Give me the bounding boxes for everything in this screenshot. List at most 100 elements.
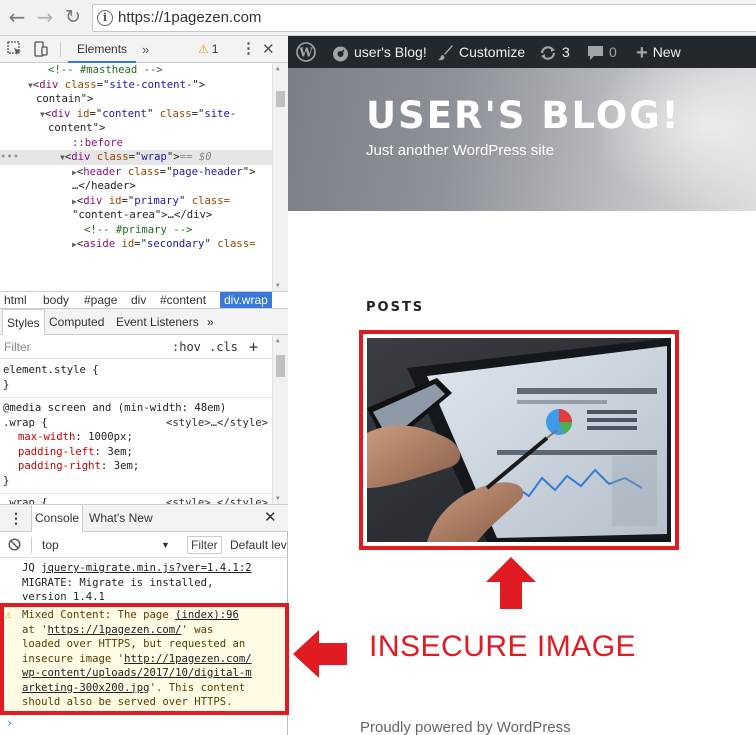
attr-value: site-content- xyxy=(109,78,193,91)
css-declaration[interactable]: padding-right: 3em; xyxy=(0,459,272,474)
ellipsis-icon: ••• xyxy=(0,151,20,163)
warning-icon: ⚠ xyxy=(198,42,209,56)
context-dropdown-arrow-icon[interactable]: ▼ xyxy=(161,532,170,558)
dom-node-line[interactable]: "content-area">…</div> xyxy=(0,208,272,223)
attr-value: content xyxy=(102,107,147,120)
styles-scroll-thumb[interactable] xyxy=(276,355,285,377)
console-filter-input[interactable]: Filter xyxy=(187,536,222,554)
dom-node-line[interactable]: ▼<div class="site-content-"> xyxy=(0,78,272,93)
reload-icon[interactable]: ↻ xyxy=(62,6,84,28)
forward-arrow-icon[interactable]: → xyxy=(34,6,56,28)
admin-customize[interactable]: Customize xyxy=(438,36,525,68)
clear-console-icon[interactable] xyxy=(8,538,21,551)
elements-scroll-thumb[interactable] xyxy=(276,91,285,107)
dom-node-line[interactable]: <!-- #masthead --> xyxy=(0,63,272,78)
css-declaration[interactable]: padding-left: 3em; xyxy=(0,445,272,460)
log-levels-selector[interactable]: Default lev xyxy=(230,532,287,558)
dom-node-line[interactable]: …</header> xyxy=(0,179,272,194)
console-text: MIGRATE: Migrate is installed, xyxy=(22,576,214,589)
admin-new[interactable]: + New xyxy=(636,36,681,68)
brush-icon xyxy=(438,45,453,61)
close-drawer-icon[interactable]: ✕ xyxy=(264,505,277,531)
dom-node-line[interactable]: contain"> xyxy=(0,92,272,107)
styles-filter-row: Filter :hov .cls + xyxy=(0,335,272,359)
dom-node-line[interactable]: ••• ▼<div class="wrap">== $0 xyxy=(0,150,272,165)
tag-name: aside xyxy=(83,238,116,250)
admin-comments[interactable]: 0 xyxy=(587,36,617,68)
dom-node-line[interactable]: ▶<header class="page-header"> xyxy=(0,165,272,180)
dom-node-line[interactable]: ▶<div id="primary" class= xyxy=(0,194,272,209)
info-icon[interactable]: i xyxy=(97,10,113,26)
add-rule-button[interactable]: + xyxy=(249,335,258,359)
tag-name: div xyxy=(83,194,103,207)
url-text[interactable]: https://1pagezen.com xyxy=(118,9,261,27)
dom-node-line[interactable]: content"> xyxy=(0,121,272,136)
node-text: "content-area">…</div> xyxy=(72,209,213,221)
node-tail: class= xyxy=(217,238,256,250)
back-arrow-icon[interactable]: ← xyxy=(6,6,28,28)
css-value: 1000px; xyxy=(88,431,133,443)
drawer-menu-icon[interactable]: ⋮ xyxy=(9,505,23,531)
expand-triangle-icon: ▼ xyxy=(60,153,65,162)
svg-text:W: W xyxy=(298,46,313,60)
dom-node-line[interactable]: ::before xyxy=(0,136,272,151)
tab-whats-new[interactable]: What's New xyxy=(89,505,153,531)
breadcrumb-item[interactable]: div xyxy=(131,292,146,308)
admin-updates[interactable]: 3 xyxy=(539,36,570,68)
dom-node-line[interactable]: ▼<div id="content" class="site- xyxy=(0,107,272,122)
inspect-element-icon[interactable] xyxy=(7,41,23,57)
node-tail: class= xyxy=(191,194,230,207)
red-left-arrow-icon xyxy=(293,630,347,678)
more-tabs-chevron-icon[interactable]: » xyxy=(142,36,149,63)
dom-node-line[interactable]: <!-- #primary --> xyxy=(0,223,272,238)
device-toggle-icon[interactable] xyxy=(33,41,49,57)
address-bar[interactable]: i https://1pagezen.com xyxy=(92,4,756,32)
kebab-menu-icon[interactable]: ⋮ xyxy=(241,36,256,62)
admin-site-name[interactable]: user's Blog! xyxy=(332,36,427,68)
elements-scrollbar[interactable]: ▲ ▼ xyxy=(272,63,288,291)
dom-node-line[interactable]: ▶<aside id="secondary" class= xyxy=(0,237,272,252)
console-prompt[interactable]: › xyxy=(6,716,13,731)
more-style-tabs-chevron-icon[interactable]: » xyxy=(207,309,214,335)
comment-text: <!-- #masthead --> xyxy=(48,64,163,76)
tab-elements[interactable]: Elements xyxy=(68,36,137,63)
breadcrumb-item[interactable]: #page xyxy=(84,292,117,308)
context-selector[interactable]: top xyxy=(42,532,59,558)
tag-name: header xyxy=(83,165,122,178)
expand-triangle-icon: ▶ xyxy=(72,240,77,249)
breadcrumb-item[interactable]: #content xyxy=(160,292,206,308)
tab-event-listeners[interactable]: Event Listeners xyxy=(116,309,199,335)
style-source[interactable]: <style>…</style> xyxy=(166,496,268,504)
tag-name: div xyxy=(71,151,91,163)
styles-filter-input[interactable]: Filter xyxy=(4,335,31,359)
warning-count: 1 xyxy=(211,42,219,56)
attr-value: site- xyxy=(204,107,237,120)
tab-console[interactable]: Console xyxy=(31,505,84,532)
rule-wrap-selector: .wrap {<style>…</style> xyxy=(0,496,272,504)
css-declaration[interactable]: max-width: 1000px; xyxy=(0,430,272,445)
hov-toggle[interactable]: :hov xyxy=(172,335,201,359)
site-title[interactable]: USER'S BLOG! xyxy=(366,96,680,136)
pseudo-element: ::before xyxy=(72,136,124,149)
breadcrumb-item[interactable]: div.wrap xyxy=(220,292,272,308)
cls-toggle[interactable]: .cls xyxy=(209,335,238,359)
site-header-image: USER'S BLOG! Just another WordPress site xyxy=(288,68,756,211)
tab-styles[interactable]: Styles xyxy=(2,309,45,335)
warning-counter[interactable]: ⚠ 1 xyxy=(198,36,218,63)
breadcrumb-item[interactable]: body xyxy=(43,292,69,308)
expand-triangle-icon: ▶ xyxy=(72,196,77,206)
post-thumbnail-image[interactable] xyxy=(367,338,671,542)
styles-scrollbar[interactable]: ▲ ▼ xyxy=(272,335,288,504)
styles-pane[interactable]: element.style { } @media screen and (min… xyxy=(0,359,272,504)
red-up-arrow-icon xyxy=(486,557,536,609)
updates-icon xyxy=(540,46,556,61)
wp-logo-icon[interactable]: W xyxy=(296,36,316,68)
tab-computed[interactable]: Computed xyxy=(49,309,104,335)
close-devtools-icon[interactable]: ✕ xyxy=(262,36,275,63)
console-link[interactable]: jquery-migrate.min.js?ver=1.4.1:2 xyxy=(41,562,251,574)
footer-credit[interactable]: Proudly powered by WordPress xyxy=(360,719,571,735)
elements-tree[interactable]: <!-- #masthead --> ▼<div class="site-cont… xyxy=(0,63,272,291)
style-source[interactable]: <style>…</style> xyxy=(166,416,268,431)
breadcrumb-item[interactable]: html xyxy=(4,292,27,308)
media-query: @media screen and (min-width: 48em) xyxy=(3,402,227,414)
